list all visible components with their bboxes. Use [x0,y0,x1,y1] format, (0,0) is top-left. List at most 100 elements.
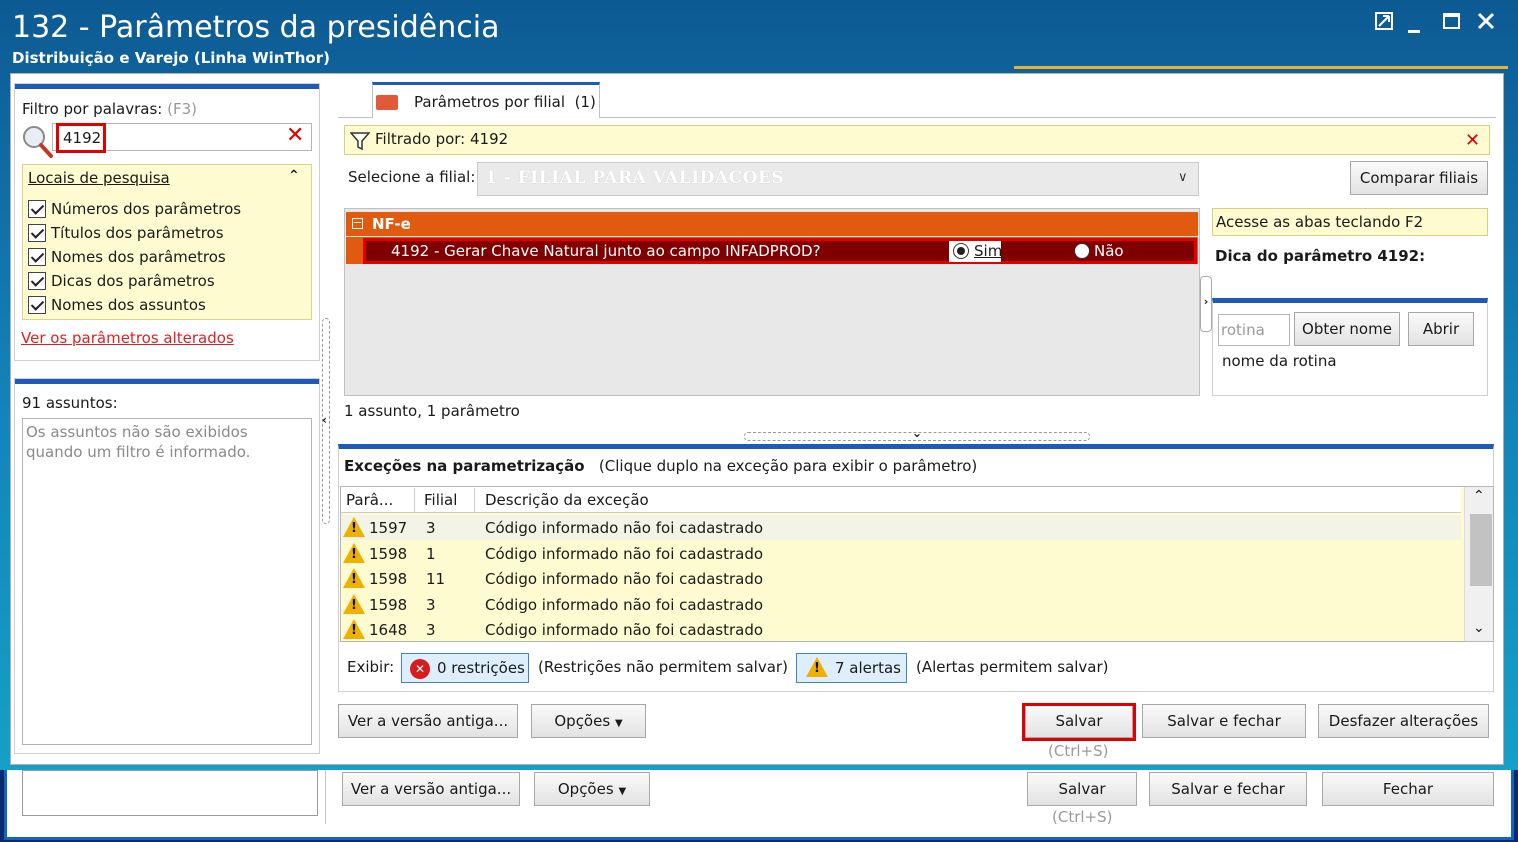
radio-sim[interactable] [953,243,969,259]
radio-nao-label[interactable]: Não [1094,242,1124,260]
table-row[interactable]: 1597 3 Código informado não foi cadastra… [341,515,1461,540]
radio-sim-label[interactable]: Sim [974,242,1002,260]
rotina-name: nome da rotina [1222,352,1337,370]
versao-antiga-button[interactable]: Ver a versão antiga... [338,704,518,738]
param-tip-title: Dica do parâmetro 4192: [1215,247,1426,265]
cell-param: 1597 [369,519,408,537]
cell-filial: 3 [426,621,436,639]
cell-descricao: Código informado não foi cadastrado [485,621,764,639]
collapse-up-icon[interactable]: ⌃ [288,168,300,184]
close-filter-icon[interactable]: ✕ [1465,130,1480,151]
warning-icon [343,568,365,588]
collapse-minus-icon[interactable]: − [352,217,363,229]
cell-filial: 11 [426,570,446,588]
desfazer-button[interactable]: Desfazer alterações [1318,704,1489,738]
checkbox-nomes-param[interactable] [28,248,46,266]
warning-icon [806,657,828,677]
checkbox-titulos[interactable] [28,224,46,242]
changed-params-link[interactable]: Ver os parâmetros alterados [21,329,234,347]
table-row[interactable]: 1598 1 Código informado não foi cadastra… [341,541,1461,566]
tab-label: Parâmetros por filial (1) [414,93,596,111]
abrir-button[interactable]: Abrir [1408,312,1474,346]
col-descricao[interactable]: Descrição da exceção [485,491,649,509]
folder-icon [376,95,398,110]
cell-descricao: Código informado não foi cadastrado [485,519,764,537]
alertas-note: (Alertas permitem salvar) [916,658,1109,676]
funnel-icon [349,131,371,155]
window-title: 132 - Parâmetros da presidência [12,10,500,45]
cell-descricao: Código informado não foi cadastrado [485,570,764,588]
opcoes-button[interactable]: Opções ▼ [531,704,646,738]
col-param[interactable]: Parâ... [346,491,393,509]
warning-icon [343,543,365,563]
filial-label: Selecione a filial: [348,168,476,186]
checkbox-titulos-label: Títulos dos parâmetros [51,224,224,242]
cell-param: 1598 [369,596,408,614]
radio-nao[interactable] [1074,243,1090,259]
table-row[interactable]: 1598 3 Código informado não foi cadastra… [341,592,1461,617]
salvar-fechar-button[interactable]: Salvar e fechar [1142,704,1306,738]
hint-text: Acesse as abas teclando F2 [1216,213,1424,231]
search-locations-title: Locais de pesquisa [28,169,170,187]
group-label: NF-e [372,215,411,233]
checkbox-numeros[interactable] [28,200,46,218]
maximize-icon[interactable] [1438,12,1466,36]
subjects-count: 91 assuntos: [22,394,118,412]
cell-filial: 1 [426,545,436,563]
subjects-message: Os assuntos não são exibidos quando um f… [26,423,251,461]
checkbox-nomes-assuntos[interactable] [28,296,46,314]
scroll-down-icon[interactable]: ⌄ [1473,620,1485,636]
checkbox-nomes-param-label: Nomes dos parâmetros [51,248,226,266]
scrollbar-thumb[interactable] [1470,514,1492,586]
checkbox-dicas-label: Dicas dos parâmetros [51,272,215,290]
bg-fechar-button[interactable]: Fechar [1322,772,1494,806]
rotina-input[interactable]: rotina [1218,314,1290,346]
restore-icon[interactable] [1370,12,1398,36]
error-icon: ✕ [410,659,430,679]
caret-down-icon: ▼ [618,786,627,797]
param-text: 4192 - Gerar Chave Natural junto ao camp… [391,242,821,260]
clear-search-icon[interactable]: ✕ [286,124,304,148]
bg-opcoes-button[interactable]: Opções ▼ [534,772,650,806]
table-row[interactable]: 1598 11 Código informado não foi cadastr… [341,566,1461,591]
subjects-list[interactable] [22,418,312,745]
warning-icon [343,517,365,537]
close-icon[interactable] [1472,12,1500,36]
warning-icon [343,619,365,639]
filter-label: Filtro por palavras: (F3) [22,100,198,118]
bg-versao-button[interactable]: Ver a versão antiga... [342,772,520,806]
col-divider [414,488,415,512]
search-value: 4192 [56,123,106,153]
group-header-nfe[interactable] [346,212,1198,236]
obter-nome-button[interactable]: Obter nome [1294,312,1400,346]
bg-salvar-button[interactable]: Salvar [1027,772,1137,806]
caret-down-icon: ▼ [614,718,623,729]
salvar-shortcut: (Ctrl+S) [1048,742,1109,760]
cell-param: 1598 [369,545,408,563]
cell-descricao: Código informado não foi cadastrado [485,596,764,614]
salvar-highlight [1022,703,1136,741]
compare-filiais-button[interactable]: Comparar filiais [1350,161,1488,195]
chevron-down-icon[interactable]: ∨ [1178,170,1188,185]
cell-filial: 3 [426,596,436,614]
bg-salvar-fechar-button[interactable]: Salvar e fechar [1149,772,1307,806]
chevron-left-icon[interactable]: ‹ [322,413,327,427]
checkbox-dicas[interactable] [28,272,46,290]
exibir-label: Exibir: [347,658,395,676]
filtered-label: Filtrado por: 4192 [375,130,509,148]
table-row[interactable]: 1648 3 Código informado não foi cadastra… [341,617,1461,642]
scroll-up-icon[interactable]: ⌃ [1473,488,1485,504]
col-filial[interactable]: Filial [424,491,457,509]
chevron-down-small-icon[interactable]: ⌄ [912,426,922,440]
params-count: 1 assunto, 1 parâmetro [344,402,520,420]
col-divider [474,488,475,512]
cell-descricao: Código informado não foi cadastrado [485,545,764,563]
alertas-label: 7 alertas [835,659,901,677]
restricoes-label: 0 restrições [437,659,525,677]
filtered-bar [344,125,1490,155]
minimize-icon[interactable] [1400,16,1428,40]
chevron-right-icon[interactable]: › [1200,276,1212,332]
cell-param: 1648 [369,621,408,639]
background-left-panel [22,770,318,816]
cell-param: 1598 [369,570,408,588]
